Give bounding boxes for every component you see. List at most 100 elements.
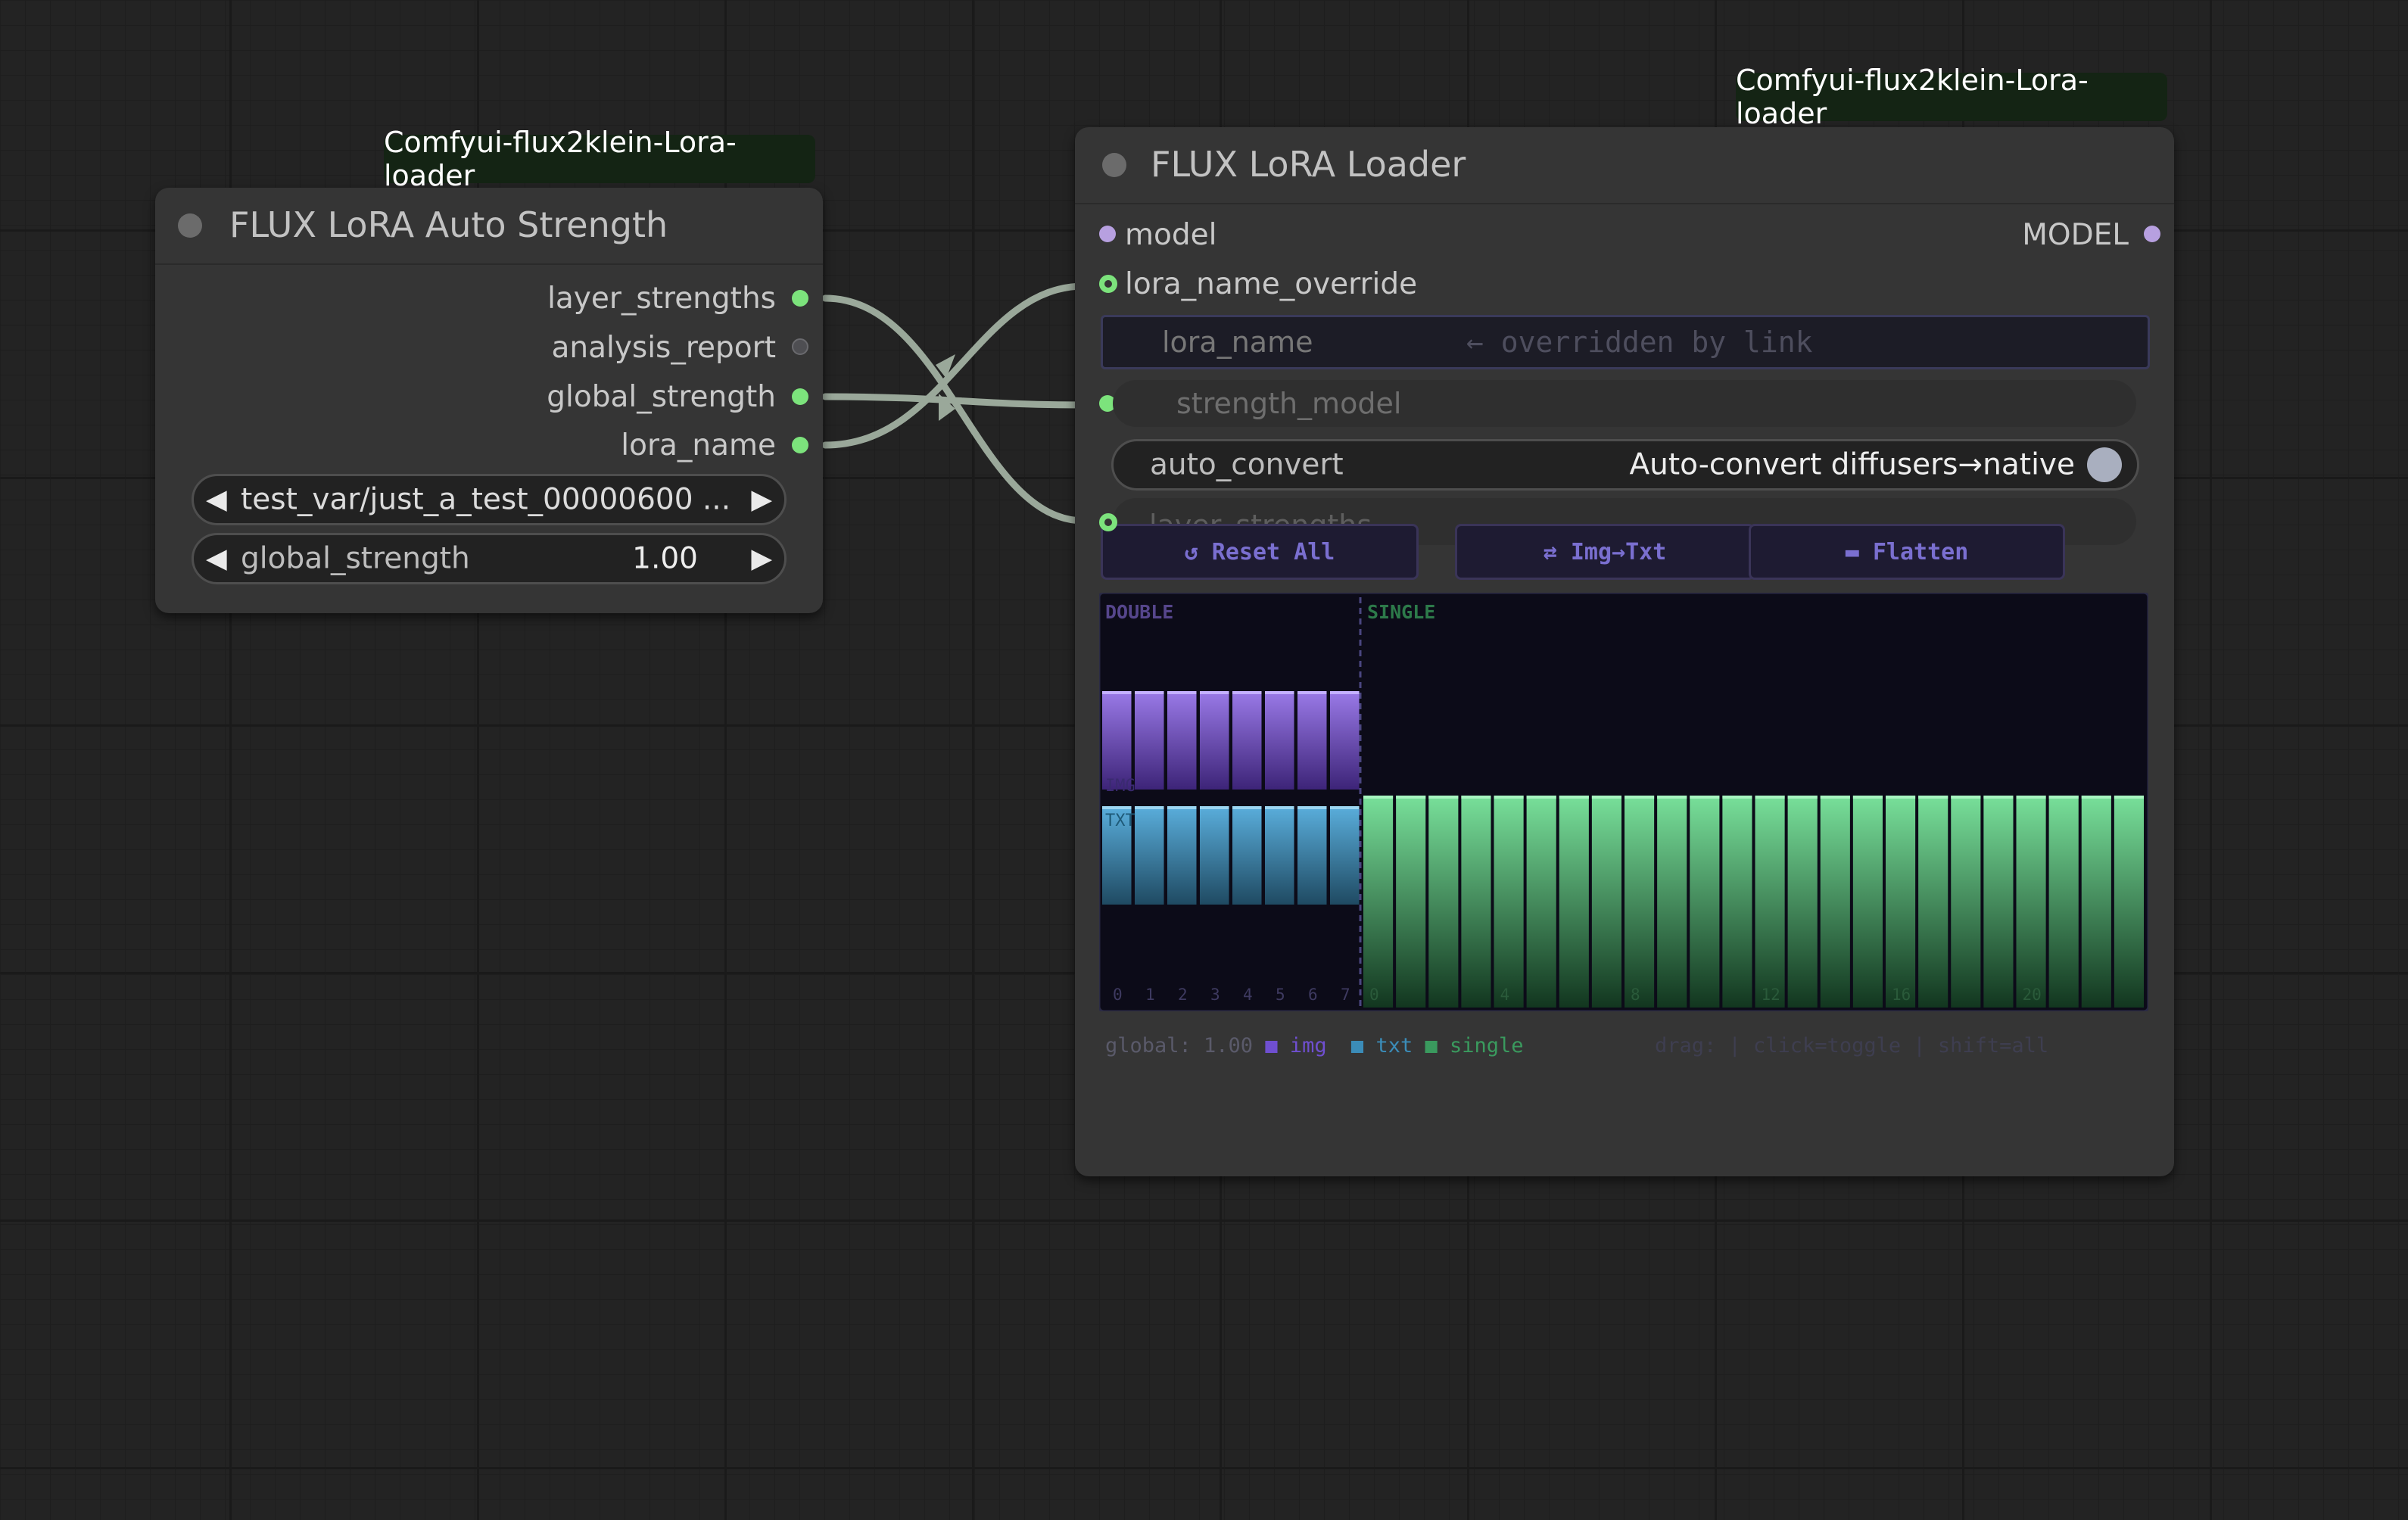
single-bar-2[interactable] xyxy=(1428,796,1459,1008)
output-model-label: MODEL xyxy=(2022,218,2129,252)
output-global-strength-label: global_strength xyxy=(547,380,776,414)
input-model-label: model xyxy=(1125,218,1217,252)
flatten-button[interactable]: ▬ Flatten xyxy=(1749,524,2065,580)
toggle-knob-icon[interactable] xyxy=(2087,447,2122,482)
img-txt-button[interactable]: ⇄ Img→Txt xyxy=(1455,524,1755,580)
single-bar-13[interactable] xyxy=(1787,796,1818,1008)
badge-text: Comfyui-flux2klein-Lora-loader xyxy=(384,126,737,192)
img-bar-cap-5 xyxy=(1265,691,1294,694)
auto-convert-toggle[interactable]: auto_convert Auto-convert diffusers→nati… xyxy=(1111,439,2139,491)
img-bar-3[interactable] xyxy=(1200,691,1229,790)
img-bar-cap-0 xyxy=(1102,691,1132,694)
single-bar-18[interactable] xyxy=(1951,796,1981,1008)
lora-combo-value: test_var/just_a_test_00000600 ... xyxy=(241,482,731,517)
triangle-left-icon[interactable]: ◀ xyxy=(206,484,227,515)
legend-img-swatch: ■ xyxy=(1265,1034,1278,1057)
single-bar-23[interactable] xyxy=(2114,796,2144,1008)
img-bar-5[interactable] xyxy=(1265,691,1294,790)
txt-bar-2[interactable] xyxy=(1167,806,1197,905)
single-bar-10[interactable] xyxy=(1690,796,1720,1008)
legend-txt: txt xyxy=(1375,1034,1413,1057)
auto-strength-node[interactable]: FLUX LoRA Auto Strength layer_strengths … xyxy=(155,188,823,613)
single-bar-1[interactable] xyxy=(1396,796,1426,1008)
output-model-slot[interactable] xyxy=(2144,226,2160,242)
single-bar-8[interactable] xyxy=(1625,796,1655,1008)
single-bar-16[interactable] xyxy=(1886,796,1916,1008)
layer-strength-editor[interactable]: DOUBLE SINGLE IMG TXT 0 1 2 3 4 5 6 7 0 4 8 12 16 20 xyxy=(1099,593,2148,1011)
node-source-badge: Comfyui-flux2klein-Lora-loader xyxy=(1736,64,2167,130)
single-bar-cap-18 xyxy=(1951,796,1981,799)
single-bar-4[interactable] xyxy=(1494,796,1524,1008)
legend-global: global: 1.00 xyxy=(1105,1034,1254,1057)
wire-global-strength xyxy=(821,393,1088,409)
single-bar-9[interactable] xyxy=(1657,796,1687,1008)
img-bar-4[interactable] xyxy=(1232,691,1262,790)
single-bar-22[interactable] xyxy=(2081,796,2111,1008)
single-bar-11[interactable] xyxy=(1722,796,1752,1008)
single-bar-14[interactable] xyxy=(1820,796,1850,1008)
single-bar-17[interactable] xyxy=(1918,796,1949,1008)
single-tick-4: 4 xyxy=(1500,986,1510,1004)
output-global-strength-slot[interactable] xyxy=(792,388,808,405)
output-analysis-report-slot[interactable] xyxy=(792,338,808,355)
single-bar-15[interactable] xyxy=(1852,796,1883,1008)
txt-bar-3[interactable] xyxy=(1200,806,1229,905)
output-layer-strengths-slot[interactable] xyxy=(792,290,808,307)
txt-bar-cap-6 xyxy=(1297,806,1327,809)
single-bar-cap-5 xyxy=(1526,796,1556,799)
img-bar-0[interactable] xyxy=(1102,691,1132,790)
reset-all-button[interactable]: ↺ Reset All xyxy=(1101,524,1419,580)
single-bar-0[interactable] xyxy=(1363,796,1394,1008)
auto-convert-value: Auto-convert diffusers→native xyxy=(1629,447,2075,482)
img-txt-label: ⇄ Img→Txt xyxy=(1543,538,1667,565)
single-bar-7[interactable] xyxy=(1591,796,1621,1008)
single-bar-cap-22 xyxy=(2081,796,2111,799)
img-bar-cap-7 xyxy=(1330,691,1360,694)
txt-bar-4[interactable] xyxy=(1232,806,1262,905)
badge-text: Comfyui-flux2klein-Lora-loader xyxy=(1736,64,2089,130)
triangle-left-icon[interactable]: ◀ xyxy=(206,544,227,575)
txt-bar-5[interactable] xyxy=(1265,806,1294,905)
node-header[interactable]: FLUX LoRA Loader xyxy=(1075,127,2174,204)
triangle-right-icon[interactable]: ▶ xyxy=(751,484,772,515)
double-tick-0: 0 xyxy=(1113,986,1123,1004)
img-bar-2[interactable] xyxy=(1167,691,1197,790)
txt-bar-7[interactable] xyxy=(1330,806,1360,905)
legend-txt-swatch: ■ xyxy=(1350,1034,1364,1057)
single-bar-5[interactable] xyxy=(1526,796,1556,1008)
single-bar-cap-11 xyxy=(1722,796,1752,799)
node-header[interactable]: FLUX LoRA Auto Strength xyxy=(155,188,823,265)
img-bar-cap-4 xyxy=(1232,691,1262,694)
single-bar-cap-20 xyxy=(2016,796,2046,799)
input-model-slot[interactable] xyxy=(1099,226,1116,242)
output-lora-name-slot[interactable] xyxy=(792,437,808,453)
reset-all-label: ↺ Reset All xyxy=(1184,538,1335,565)
lora-name-widget[interactable]: lora_name ← overridden by link xyxy=(1101,315,2150,369)
img-bar-7[interactable] xyxy=(1330,691,1360,790)
single-bar-cap-10 xyxy=(1690,796,1720,799)
lora-combo-widget[interactable]: ◀ test_var/just_a_test_00000600 ... ▶ xyxy=(192,474,787,525)
img-bar-1[interactable] xyxy=(1135,691,1164,790)
output-layer-strengths-label: layer_strengths xyxy=(547,282,776,316)
single-bar-21[interactable] xyxy=(2048,796,2079,1008)
global-strength-widget[interactable]: ◀ global_strength 1.00 ▶ xyxy=(192,533,787,584)
node-collapse-dot[interactable] xyxy=(178,213,202,238)
single-bar-3[interactable] xyxy=(1461,796,1491,1008)
txt-bar-1[interactable] xyxy=(1135,806,1164,905)
single-bar-20[interactable] xyxy=(2016,796,2046,1008)
input-lora-name-override-slot[interactable] xyxy=(1099,275,1117,293)
double-tick-3: 3 xyxy=(1210,986,1220,1004)
strength-model-widget[interactable]: strength_model xyxy=(1113,380,2136,427)
single-bar-6[interactable] xyxy=(1559,796,1589,1008)
single-bar-12[interactable] xyxy=(1755,796,1785,1008)
node-collapse-dot[interactable] xyxy=(1102,153,1126,177)
input-layer-strengths-slot[interactable] xyxy=(1099,513,1117,531)
img-bar-cap-6 xyxy=(1297,691,1327,694)
section-label-single: SINGLE xyxy=(1367,601,1435,623)
single-bar-19[interactable] xyxy=(1983,796,2014,1008)
txt-bar-6[interactable] xyxy=(1297,806,1327,905)
img-bar-6[interactable] xyxy=(1297,691,1327,790)
triangle-right-icon[interactable]: ▶ xyxy=(751,544,772,575)
single-bar-cap-16 xyxy=(1886,796,1916,799)
double-tick-7: 7 xyxy=(1341,986,1350,1004)
